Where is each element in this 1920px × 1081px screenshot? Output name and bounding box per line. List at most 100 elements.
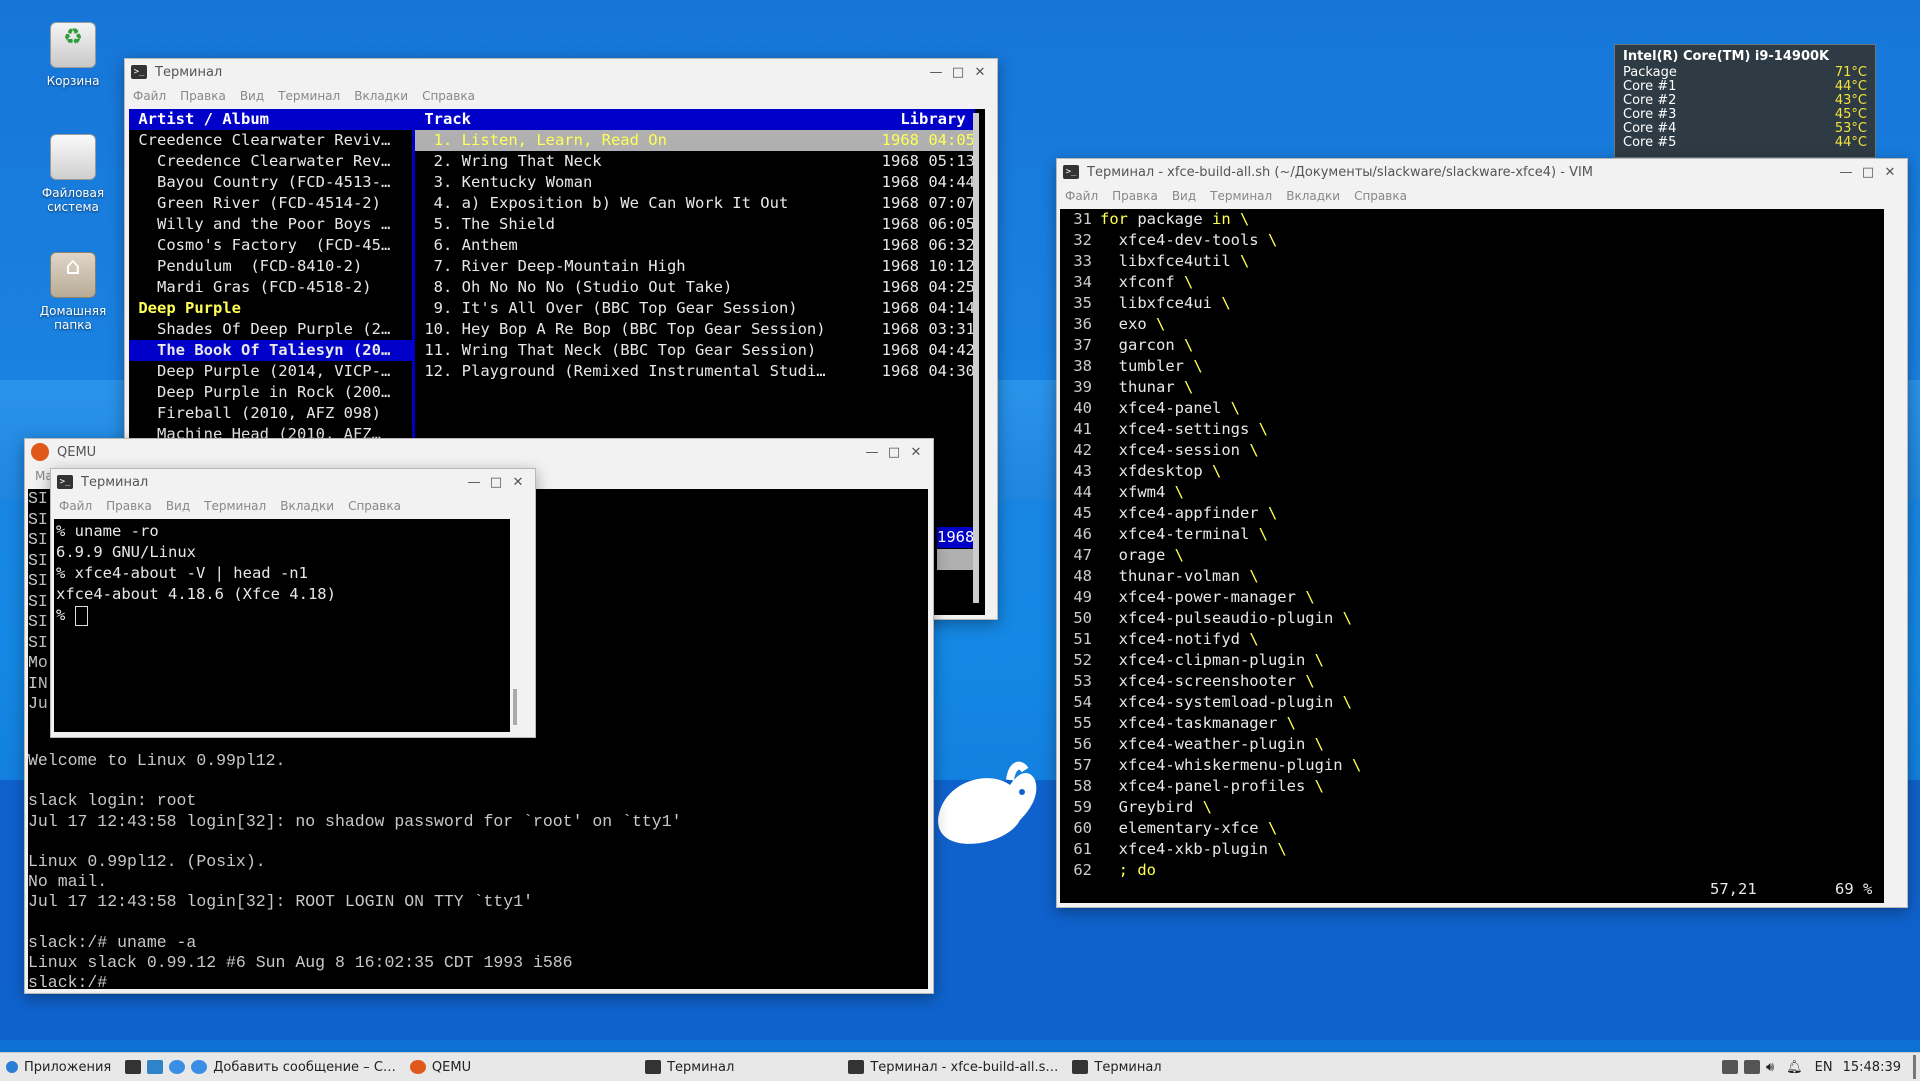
vim-line[interactable]: 47 orage \: [1066, 545, 1184, 566]
track-title[interactable]: 7. River Deep-Mountain High: [415, 256, 875, 277]
vim-line[interactable]: 58 xfce4-panel-profiles \: [1066, 776, 1324, 797]
volume-icon[interactable]: 🔊︎: [1766, 1060, 1774, 1075]
vim-line[interactable]: 52 xfce4-clipman-plugin \: [1066, 650, 1324, 671]
desktop-icon-filesystem[interactable]: Файловая система: [28, 134, 118, 214]
maximize-button[interactable]: □: [947, 65, 969, 80]
system-monitor-icon[interactable]: [1721, 1060, 1738, 1074]
maximize-button[interactable]: □: [883, 445, 905, 460]
track-title[interactable]: 2. Wring That Neck: [415, 151, 875, 172]
vim-line[interactable]: 31 for package in \: [1066, 209, 1249, 230]
artist-tree-item[interactable]: Deep Purple in Rock (200…: [129, 382, 412, 403]
menu-file[interactable]: Файл: [133, 89, 166, 103]
task-terminal-1[interactable]: Терминал: [645, 1060, 734, 1075]
scrollbar[interactable]: [973, 113, 979, 603]
keyboard-layout[interactable]: EN: [1815, 1060, 1833, 1075]
vim-line[interactable]: 39 thunar \: [1066, 377, 1193, 398]
vim-line[interactable]: 48 thunar-volman \: [1066, 566, 1258, 587]
vim-line[interactable]: 53 xfce4-screenshooter \: [1066, 671, 1314, 692]
task-browser[interactable]: Добавить сообщение – С…: [191, 1060, 396, 1075]
menu-edit[interactable]: Правка: [180, 89, 226, 103]
close-button[interactable]: ✕: [905, 445, 927, 460]
vim-terminal-window[interactable]: >_ Терминал - xfce-build-all.sh (~/Докум…: [1056, 158, 1908, 908]
menu-help[interactable]: Справка: [1354, 189, 1407, 203]
track-title[interactable]: 1. Listen, Learn, Read On: [415, 130, 875, 151]
titlebar[interactable]: >_ Терминал — □ ✕: [51, 469, 535, 495]
menu-terminal[interactable]: Терминал: [204, 499, 266, 513]
vim-line[interactable]: 51 xfce4-notifyd \: [1066, 629, 1258, 650]
track-title[interactable]: 4. a) Exposition b) We Can Work It Out: [415, 193, 875, 214]
menu-view[interactable]: Вид: [240, 89, 264, 103]
menu-edit[interactable]: Правка: [1112, 189, 1158, 203]
small-terminal-window[interactable]: >_ Терминал — □ ✕ Файл Правка Вид Термин…: [50, 468, 536, 738]
desktop-icon-trash[interactable]: Корзина: [28, 22, 118, 88]
track-title[interactable]: 10. Hey Bop A Re Bop (BBC Top Gear Sessi…: [415, 319, 875, 340]
vim-line[interactable]: 46 xfce4-terminal \: [1066, 524, 1268, 545]
tray-app-icon[interactable]: [1743, 1060, 1760, 1074]
vim-line[interactable]: 36 exo \: [1066, 314, 1165, 335]
notification-bell-icon[interactable]: 🔔︎: [1786, 1060, 1803, 1075]
vim-line[interactable]: 35 libxfce4ui \: [1066, 293, 1230, 314]
artist-tree-item[interactable]: Willy and the Poor Boys …: [129, 214, 412, 235]
artist-tree-item[interactable]: Bayou Country (FCD-4513-…: [129, 172, 412, 193]
maximize-button[interactable]: □: [1857, 165, 1879, 180]
track-title[interactable]: 3. Kentucky Woman: [415, 172, 875, 193]
minimize-button[interactable]: —: [1835, 165, 1857, 180]
menu-tabs[interactable]: Вкладки: [1286, 189, 1340, 203]
close-button[interactable]: ✕: [1879, 165, 1901, 180]
vim-line[interactable]: 32 xfce4-dev-tools \: [1066, 230, 1277, 251]
vim-line[interactable]: 37 garcon \: [1066, 335, 1193, 356]
vim-line[interactable]: 34 xfconf \: [1066, 272, 1193, 293]
artist-tree-item[interactable]: Fireball (2010, AFZ 098): [129, 403, 412, 424]
vim-line[interactable]: 61 xfce4-xkb-plugin \: [1066, 839, 1286, 860]
vim-line[interactable]: 59 Greybird \: [1066, 797, 1212, 818]
titlebar[interactable]: >_ Терминал - xfce-build-all.sh (~/Докум…: [1057, 159, 1907, 185]
track-title[interactable]: 6. Anthem: [415, 235, 875, 256]
scrollbar-thumb[interactable]: [513, 689, 517, 725]
artist-tree-item[interactable]: Deep Purple: [129, 298, 412, 319]
artist-tree-item[interactable]: Deep Purple (2014, VICP-…: [129, 361, 412, 382]
vim-line[interactable]: 40 xfce4-panel \: [1066, 398, 1240, 419]
track-title[interactable]: 9. It's All Over (BBC Top Gear Session): [415, 298, 875, 319]
menu-help[interactable]: Справка: [422, 89, 475, 103]
artist-tree-item[interactable]: Mardi Gras (FCD-4518-2): [129, 277, 412, 298]
menu-tabs[interactable]: Вкладки: [354, 89, 408, 103]
vim-line[interactable]: 45 xfce4-appfinder \: [1066, 503, 1277, 524]
menu-file[interactable]: Файл: [59, 499, 92, 513]
menu-terminal[interactable]: Терминал: [1210, 189, 1272, 203]
vim-line[interactable]: 56 xfce4-weather-plugin \: [1066, 734, 1324, 755]
artist-tree-item[interactable]: The Book Of Taliesyn (20…: [129, 340, 412, 361]
vim-line[interactable]: 62 ; do: [1066, 860, 1156, 881]
vim-line[interactable]: 55 xfce4-taskmanager \: [1066, 713, 1296, 734]
vim-line[interactable]: 44 xfwm4 \: [1066, 482, 1184, 503]
vim-line[interactable]: 41 xfce4-settings \: [1066, 419, 1268, 440]
artist-tree-item[interactable]: Green River (FCD-4514-2): [129, 193, 412, 214]
browser-launcher-icon[interactable]: [169, 1060, 186, 1074]
terminal-launcher-icon[interactable]: [125, 1060, 142, 1074]
clock[interactable]: 15:48:39: [1843, 1060, 1901, 1075]
close-button[interactable]: ✕: [969, 65, 991, 80]
applications-menu-button[interactable]: Приложения: [6, 1060, 111, 1075]
task-qemu[interactable]: QEMU: [409, 1060, 471, 1075]
vim-line[interactable]: 57 xfce4-whiskermenu-plugin \: [1066, 755, 1361, 776]
artist-tree-item[interactable]: Creedence Clearwater Rev…: [129, 151, 412, 172]
menu-tabs[interactable]: Вкладки: [280, 499, 334, 513]
vim-line[interactable]: 60 elementary-xfce \: [1066, 818, 1277, 839]
artist-tree-item[interactable]: Pendulum (FCD-8410-2): [129, 256, 412, 277]
menu-help[interactable]: Справка: [348, 499, 401, 513]
task-vim-terminal[interactable]: Терминал - xfce-build-all.s…: [848, 1060, 1058, 1075]
artist-tree-item[interactable]: Creedence Clearwater Reviv…: [129, 130, 412, 151]
minimize-button[interactable]: —: [861, 445, 883, 460]
track-title[interactable]: 8. Oh No No No (Studio Out Take): [415, 277, 875, 298]
small-terminal-area[interactable]: % uname -ro 6.9.9 GNU/Linux% xfce4-about …: [54, 519, 520, 732]
menu-terminal[interactable]: Терминал: [278, 89, 340, 103]
artist-tree-item[interactable]: Cosmo's Factory (FCD-45…: [129, 235, 412, 256]
menu-view[interactable]: Вид: [166, 499, 190, 513]
scrollbar-track[interactable]: [1884, 209, 1894, 903]
vim-line[interactable]: 38 tumbler \: [1066, 356, 1202, 377]
close-button[interactable]: ✕: [507, 475, 529, 490]
menu-edit[interactable]: Правка: [106, 499, 152, 513]
track-title[interactable]: 5. The Shield: [415, 214, 875, 235]
show-desktop-button[interactable]: [1913, 1055, 1916, 1079]
minimize-button[interactable]: —: [463, 475, 485, 490]
artist-tree-item[interactable]: Shades Of Deep Purple (2…: [129, 319, 412, 340]
